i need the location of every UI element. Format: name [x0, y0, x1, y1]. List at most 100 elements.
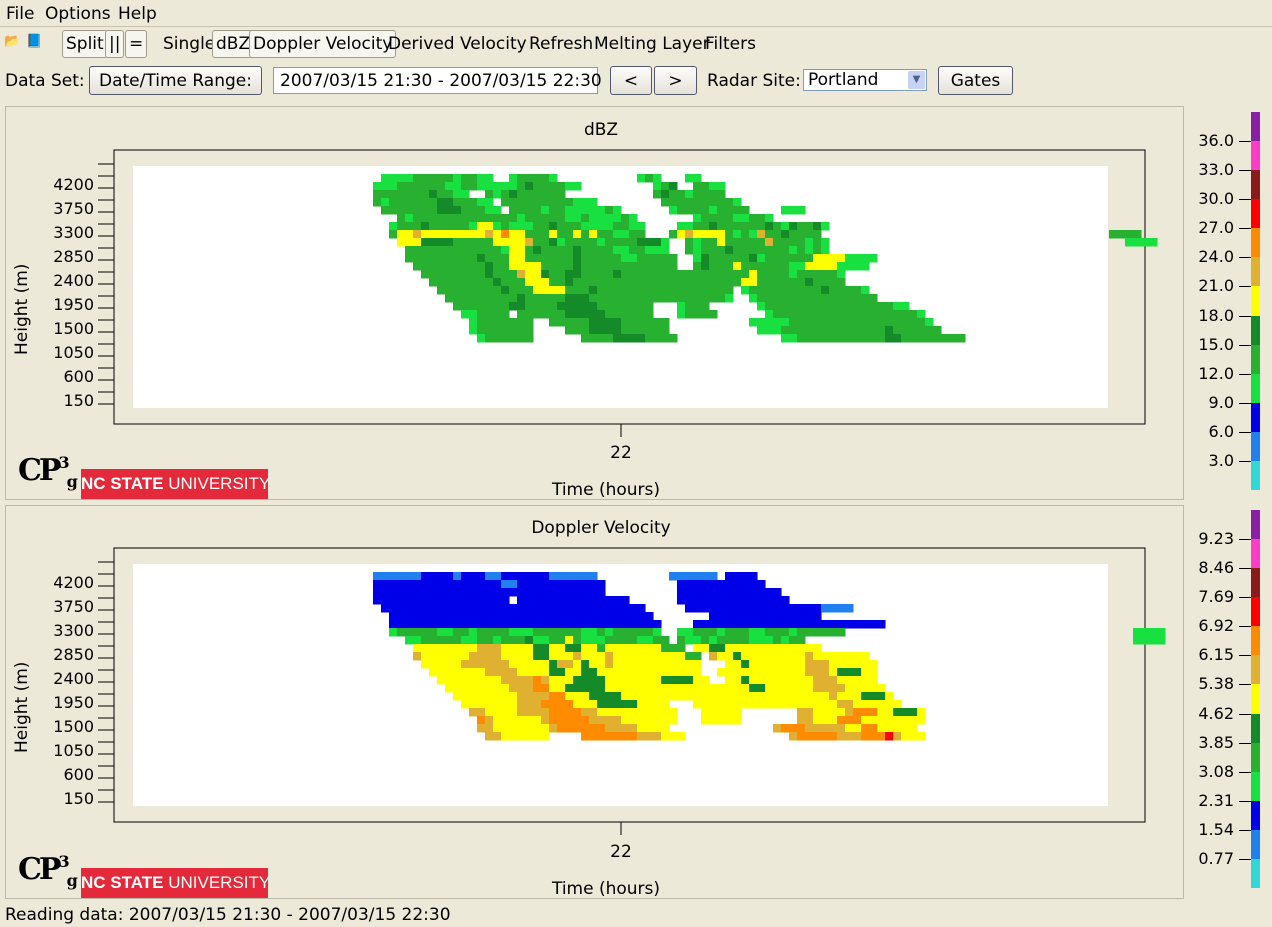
radar-cell: [493, 246, 502, 255]
radar-cell: [853, 660, 862, 669]
refresh-button[interactable]: Refresh: [529, 34, 593, 54]
radar-cell: [557, 684, 566, 693]
radar-cell: [501, 318, 510, 327]
radar-cell: [757, 644, 766, 653]
radar-cell: [781, 620, 790, 629]
radar-cell: [405, 628, 414, 637]
radar-cell: [445, 580, 454, 589]
radar-cell: [485, 668, 494, 677]
radar-site-select[interactable]: Portland ▼: [803, 69, 927, 91]
radar-cell: [709, 246, 718, 255]
radar-cell: [573, 286, 582, 295]
folder-open-icon[interactable]: 📂: [4, 35, 20, 49]
radar-cell: [757, 222, 766, 231]
radar-cell: [541, 214, 550, 223]
radar-cell: [829, 668, 838, 677]
radar-cell: [829, 684, 838, 693]
radar-cell: [845, 660, 854, 669]
derived-velocity-button[interactable]: Derived Velocity: [388, 34, 527, 54]
radar-cell: [917, 310, 926, 319]
radar-cell: [893, 302, 902, 311]
radar-cell: [773, 604, 782, 613]
radar-cell: [877, 708, 886, 717]
radar-cell: [509, 660, 518, 669]
radar-cell: [597, 214, 606, 223]
radar-cell: [525, 334, 534, 343]
radar-cell: [573, 572, 582, 581]
radar-cell: [781, 222, 790, 231]
radar-cell: [501, 294, 510, 303]
radar-cell: [709, 206, 718, 215]
radar-cell: [797, 286, 806, 295]
radar-cell: [821, 246, 830, 255]
radar-cell: [493, 230, 502, 239]
radar-cell: [629, 222, 638, 231]
previous-button[interactable]: <: [610, 66, 652, 95]
melting-layer-button[interactable]: Melting Layer: [594, 34, 710, 54]
radar-cell: [765, 612, 774, 621]
book-icon[interactable]: 📘: [26, 35, 42, 49]
date-range-field[interactable]: 2007/03/15 21:30 - 2007/03/15 22:30: [273, 67, 602, 94]
radar-cell: [1109, 230, 1118, 239]
radar-cell: [837, 700, 846, 709]
radar-cell: [709, 230, 718, 239]
radar-cell: [909, 334, 918, 343]
equal-button[interactable]: =: [125, 30, 148, 58]
doppler-velocity-button[interactable]: Doppler Velocity: [249, 30, 397, 58]
radar-cell: [541, 294, 550, 303]
radar-cell: [765, 692, 774, 701]
radar-cell: [437, 580, 446, 589]
radar-cell: [805, 310, 814, 319]
radar-cell: [565, 636, 574, 645]
parallel-button[interactable]: ||: [105, 30, 125, 58]
next-button[interactable]: >: [654, 66, 697, 95]
dbz-button[interactable]: dBZ: [212, 30, 255, 58]
radar-cell: [725, 668, 734, 677]
radar-cell: [589, 644, 598, 653]
radar-cell: [709, 604, 718, 613]
radar-cell: [653, 270, 662, 279]
radar-cell: [733, 214, 742, 223]
chevron-down-icon[interactable]: ▼: [908, 71, 925, 89]
gates-button[interactable]: Gates: [938, 66, 1013, 95]
radar-cell: [581, 310, 590, 319]
radar-cell: [461, 668, 470, 677]
radar-cell: [845, 724, 854, 733]
filters-button[interactable]: Filters: [705, 34, 756, 54]
radar-cell: [645, 676, 654, 685]
radar-cell: [437, 206, 446, 215]
date-time-range-button[interactable]: Date/Time Range:: [89, 66, 262, 95]
radar-cell: [509, 732, 518, 741]
menu-help[interactable]: Help: [118, 4, 157, 24]
radar-cell: [733, 588, 742, 597]
toolbar: 📂 📘 Split || = Single dBZ Doppler Veloci…: [0, 27, 1272, 63]
radar-cell: [485, 198, 494, 207]
radar-cell: [581, 628, 590, 637]
split-button[interactable]: Split: [62, 30, 108, 58]
radar-cell: [845, 286, 854, 295]
radar-cell: [893, 716, 902, 725]
colorbar-label: 27.0: [1198, 218, 1234, 238]
radar-cell: [629, 700, 638, 709]
radar-cell: [733, 262, 742, 271]
radar-cell: [1157, 636, 1166, 645]
radar-cell: [581, 620, 590, 629]
radar-cell: [469, 230, 478, 239]
radar-cell: [453, 214, 462, 223]
radar-cell: [837, 278, 846, 287]
radar-cell: [765, 286, 774, 295]
menu-options[interactable]: Options: [45, 4, 111, 24]
radar-cell: [757, 604, 766, 613]
radar-cell: [509, 206, 518, 215]
radar-cell: [837, 318, 846, 327]
radar-cell: [701, 246, 710, 255]
radar-cell: [461, 302, 470, 311]
radar-cell: [685, 628, 694, 637]
radar-cell: [549, 262, 558, 271]
radar-cell: [517, 334, 526, 343]
radar-cell: [565, 206, 574, 215]
single-mode-button[interactable]: Single: [163, 34, 215, 54]
radar-cell: [493, 620, 502, 629]
dbz-plot: 42003750330028502400195015001050600150: [53, 149, 1158, 437]
menu-file[interactable]: File: [6, 4, 34, 24]
